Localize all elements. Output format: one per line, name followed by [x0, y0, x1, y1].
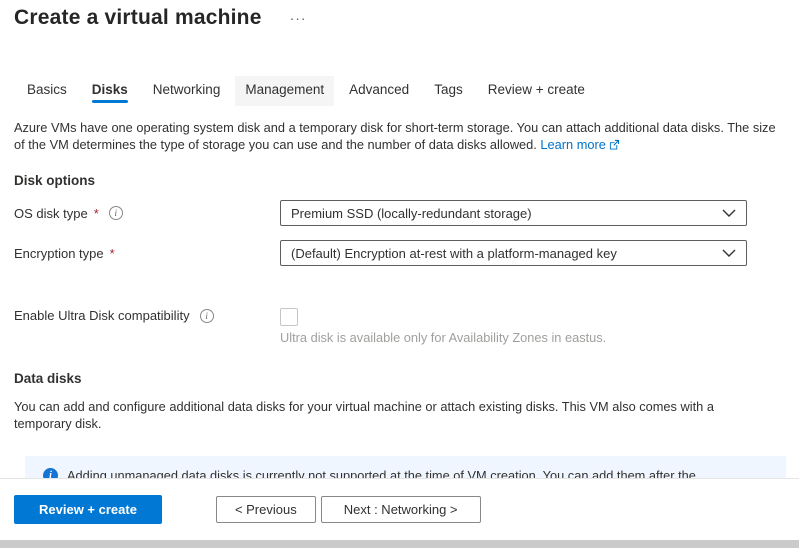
- ultra-disk-checkbox[interactable]: [280, 308, 298, 326]
- tab-review-create[interactable]: Review + create: [488, 76, 585, 106]
- tab-networking-label: Networking: [153, 82, 221, 97]
- os-disk-type-label: OS disk type: [14, 206, 88, 221]
- ultra-disk-label: Enable Ultra Disk compatibility: [14, 308, 190, 323]
- previous-button[interactable]: < Previous: [216, 496, 316, 523]
- next-networking-button[interactable]: Next : Networking >: [321, 496, 481, 523]
- external-link-icon: [609, 139, 620, 150]
- data-disks-heading: Data disks: [0, 345, 799, 386]
- required-asterisk: *: [94, 206, 99, 221]
- encryption-type-label: Encryption type: [14, 246, 104, 261]
- tab-tags-label: Tags: [434, 82, 463, 97]
- os-disk-type-value: Premium SSD (locally-redundant storage): [291, 206, 532, 221]
- learn-more-link[interactable]: Learn more: [540, 137, 619, 152]
- tab-basics[interactable]: Basics: [27, 76, 67, 106]
- review-create-button[interactable]: Review + create: [14, 495, 162, 524]
- os-disk-type-info-icon[interactable]: i: [109, 206, 123, 220]
- tab-advanced[interactable]: Advanced: [349, 76, 409, 106]
- tab-networking[interactable]: Networking: [153, 76, 221, 106]
- encryption-type-label-group: Encryption type *: [14, 246, 280, 261]
- tab-disks-label: Disks: [92, 82, 128, 97]
- os-disk-type-label-group: OS disk type * i: [14, 206, 280, 221]
- ultra-disk-control: Ultra disk is available only for Availab…: [280, 308, 747, 345]
- os-disk-type-row: OS disk type * i Premium SSD (locally-re…: [0, 200, 799, 226]
- data-disks-description: You can add and configure additional dat…: [0, 386, 790, 432]
- encryption-type-row: Encryption type * (Default) Encryption a…: [0, 240, 799, 266]
- intro-text: Azure VMs have one operating system disk…: [14, 120, 776, 152]
- create-vm-page: Create a virtual machine ··· Basics Disk…: [0, 0, 799, 548]
- encryption-type-dropdown[interactable]: (Default) Encryption at-rest with a plat…: [280, 240, 747, 266]
- ultra-disk-row: Enable Ultra Disk compatibility i Ultra …: [0, 308, 799, 345]
- tab-disks[interactable]: Disks: [92, 76, 128, 106]
- tab-management-label: Management: [245, 82, 324, 97]
- tab-advanced-label: Advanced: [349, 82, 409, 97]
- more-menu-icon[interactable]: ···: [290, 10, 307, 26]
- tab-tags[interactable]: Tags: [434, 76, 463, 106]
- page-title: Create a virtual machine: [14, 6, 262, 30]
- chevron-down-icon: [722, 208, 736, 218]
- ultra-disk-helper-text: Ultra disk is available only for Availab…: [280, 330, 747, 345]
- page-header: Create a virtual machine ···: [0, 0, 799, 30]
- tab-review-create-label: Review + create: [488, 82, 585, 97]
- ultra-disk-label-group: Enable Ultra Disk compatibility i: [14, 308, 280, 323]
- disk-options-heading: Disk options: [0, 153, 799, 188]
- chevron-down-icon: [722, 248, 736, 258]
- encryption-type-value: (Default) Encryption at-rest with a plat…: [291, 246, 617, 261]
- learn-more-label: Learn more: [540, 137, 605, 152]
- ultra-disk-info-icon[interactable]: i: [200, 309, 214, 323]
- wizard-footer: Review + create < Previous Next : Networ…: [0, 478, 799, 540]
- tab-management[interactable]: Management: [235, 76, 334, 106]
- os-disk-type-dropdown[interactable]: Premium SSD (locally-redundant storage): [280, 200, 747, 226]
- intro-paragraph: Azure VMs have one operating system disk…: [0, 106, 790, 153]
- required-asterisk: *: [110, 246, 115, 261]
- wizard-tabs: Basics Disks Networking Management Advan…: [0, 30, 799, 106]
- tab-basics-label: Basics: [27, 82, 67, 97]
- bottom-scrollbar-track[interactable]: [0, 540, 799, 548]
